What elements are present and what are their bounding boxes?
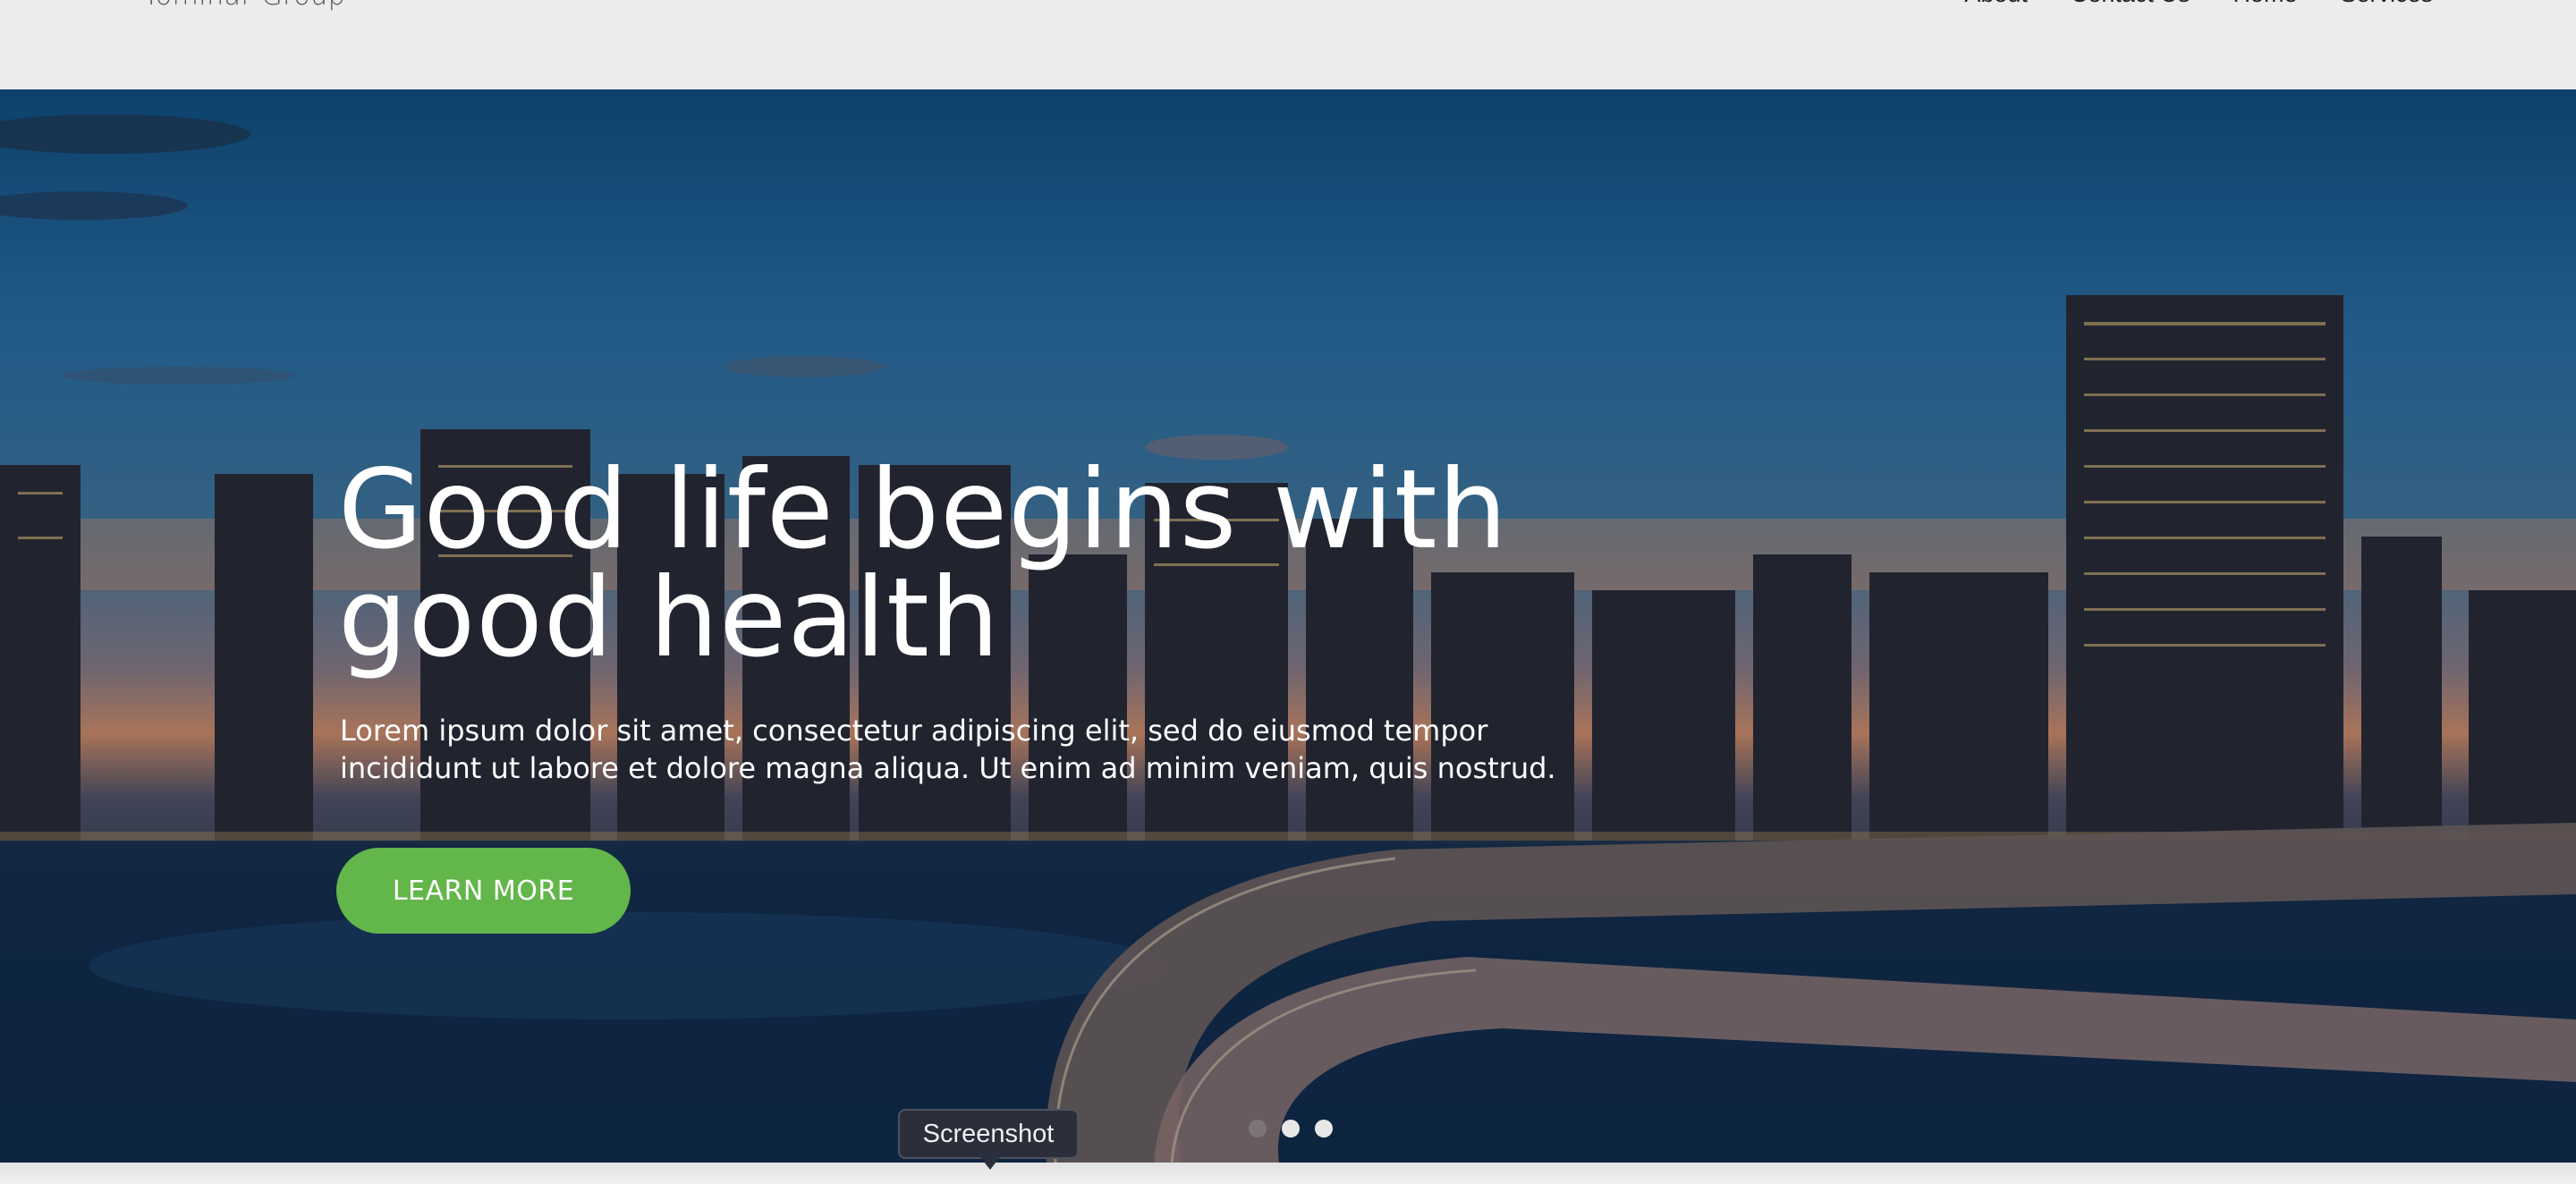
hero-slider: Good life begins with good health Lorem … — [0, 89, 2576, 1163]
slider-dot-2[interactable] — [1282, 1120, 1300, 1137]
nav-link-services[interactable]: Services — [2340, 0, 2433, 8]
site-header: Tominar Group About Contact Us Home Serv… — [0, 0, 2576, 89]
slider-pagination — [1249, 1120, 1333, 1137]
page-section-divider — [0, 1163, 2576, 1184]
slider-dot-3[interactable] — [1315, 1120, 1333, 1137]
nav-link-home[interactable]: Home — [2233, 0, 2297, 8]
nav-link-contact-us[interactable]: Contact Us — [2071, 0, 2190, 8]
main-nav: About Contact Us Home Services — [1964, 0, 2433, 8]
nav-link-about[interactable]: About — [1964, 0, 2028, 8]
learn-more-button[interactable]: LEARN MORE — [336, 848, 631, 934]
hero-description: Lorem ipsum dolor sit amet, consectetur … — [340, 714, 1556, 785]
site-logo[interactable]: Tominar Group — [143, 0, 345, 12]
tooltip-arrow-icon — [980, 1157, 1000, 1170]
hero-title: Good life begins with good health — [338, 446, 1508, 681]
slider-dot-1[interactable] — [1249, 1120, 1267, 1137]
screenshot-tooltip: Screenshot — [898, 1109, 1079, 1159]
